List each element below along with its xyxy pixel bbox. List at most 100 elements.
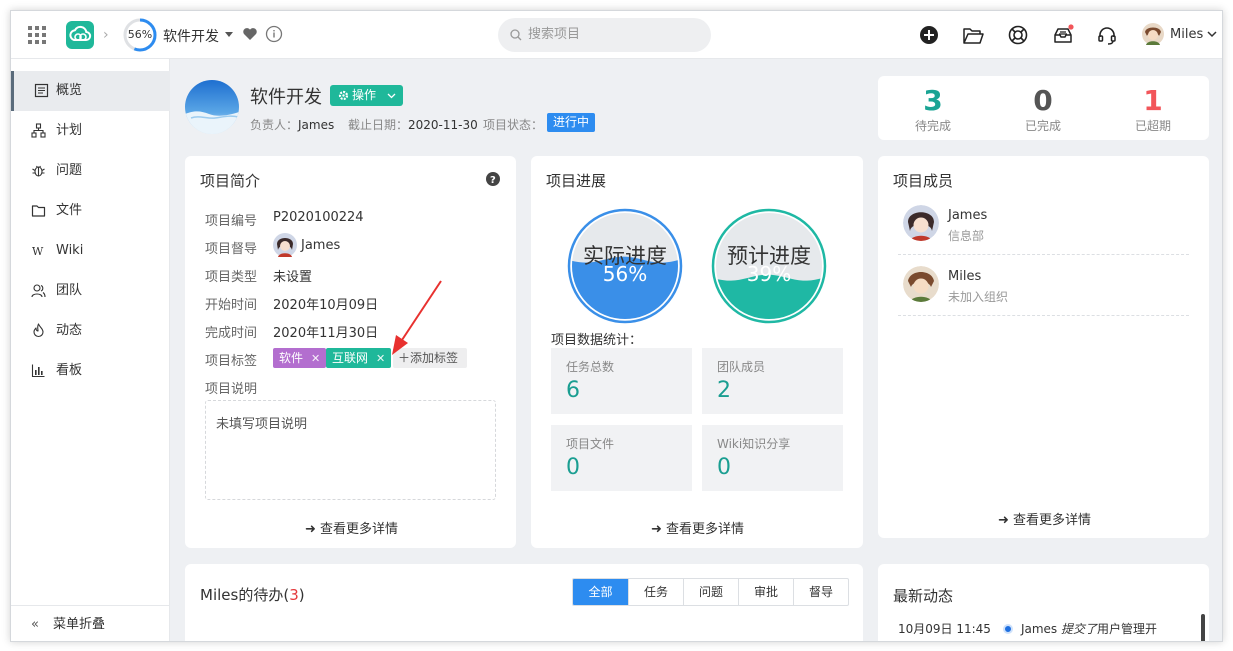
remove-tag-icon[interactable]: ✕ xyxy=(376,352,385,365)
project-description[interactable]: 未填写项目说明 xyxy=(205,400,496,500)
member-name[interactable]: James xyxy=(948,208,987,223)
chevron-down-icon xyxy=(387,93,396,99)
supervisor-name[interactable]: James xyxy=(301,238,340,253)
field-key: 项目说明 xyxy=(205,382,258,397)
app-grid-icon[interactable] xyxy=(28,26,46,44)
stats-title: 项目数据统计： xyxy=(551,333,643,348)
activity-scrollbar[interactable] xyxy=(1201,614,1205,641)
pending-count[interactable]: 3 xyxy=(903,84,963,117)
breadcrumb-chevron-icon: › xyxy=(103,27,109,43)
field-key: 项目类型 xyxy=(205,270,258,285)
activity-item[interactable]: 10月09日 11:45 James 提交了用户管理开 xyxy=(898,620,1157,637)
tab-tasks[interactable]: 任务 xyxy=(628,579,683,605)
sidebar-item-activity[interactable]: 动态 xyxy=(11,311,170,351)
tab-issues[interactable]: 问题 xyxy=(683,579,738,605)
search-input[interactable]: 搜索项目 xyxy=(498,18,711,52)
task-stats-card: 3 待完成 0 已完成 1 已超期 xyxy=(878,76,1209,140)
sidebar-item-team[interactable]: 团队 xyxy=(11,271,170,311)
plus-circle-icon[interactable] xyxy=(918,24,940,46)
operations-dropdown-button[interactable]: 操作 xyxy=(330,85,403,106)
sidebar-item-label: 动态 xyxy=(56,323,83,338)
members-title: 项目成员 xyxy=(893,172,954,190)
project-deadline: 截止日期：2020-11-30 xyxy=(348,118,478,132)
completed-count[interactable]: 0 xyxy=(1013,84,1073,117)
bug-icon xyxy=(32,165,45,177)
overview-icon xyxy=(34,83,49,98)
member-avatar[interactable] xyxy=(903,266,939,302)
folder-open-icon[interactable] xyxy=(962,24,984,46)
member-dept: 未加入组织 xyxy=(948,290,1009,304)
sidebar-item-label: 文件 xyxy=(56,203,83,218)
overdue-label: 已超期 xyxy=(1134,119,1171,133)
svg-text:?: ? xyxy=(490,175,496,186)
tab-supervision[interactable]: 督导 xyxy=(793,579,848,605)
user-menu[interactable]: Miles xyxy=(1170,27,1203,42)
sidebar-item-issues[interactable]: 问题 xyxy=(11,151,170,191)
arrow-right-icon: ➜ xyxy=(305,522,321,537)
supervisor-avatar xyxy=(273,233,297,257)
wiki-icon: W xyxy=(32,245,44,258)
activity-title: 最新动态 xyxy=(893,587,954,605)
heart-icon[interactable] xyxy=(242,26,258,42)
inbox-notification-icon[interactable] xyxy=(1052,24,1074,46)
members-more-link[interactable]: ➜ 查看更多详情 xyxy=(998,509,1091,528)
arrow-right-icon: ➜ xyxy=(998,513,1014,528)
progress-more-link[interactable]: ➜ 查看更多详情 xyxy=(651,518,744,537)
activity-action: 提交了 xyxy=(1060,622,1097,636)
planned-progress-value: 39% xyxy=(746,262,792,286)
pending-label: 待完成 xyxy=(914,119,951,133)
user-avatar[interactable] xyxy=(1142,23,1164,45)
double-chevron-left-icon: « xyxy=(31,617,39,632)
todo-filter-tabs: 全部 任务 问题 审批 督导 xyxy=(572,578,849,606)
project-number: P2020100224 xyxy=(273,210,364,225)
operations-label: 操作 xyxy=(352,88,377,102)
search-icon xyxy=(510,29,522,41)
overdue-count[interactable]: 1 xyxy=(1123,84,1183,117)
todo-title: Miles的待办(3) xyxy=(200,586,305,604)
tab-all[interactable]: 全部 xyxy=(573,579,628,605)
sidebar-item-label: 计划 xyxy=(56,123,83,138)
help-icon[interactable]: ? xyxy=(486,172,500,186)
chevron-down-icon[interactable] xyxy=(1206,28,1218,40)
cloud-logo-icon[interactable] xyxy=(66,21,94,49)
project-files-box[interactable]: 项目文件 0 xyxy=(551,425,692,491)
sidebar-item-overview[interactable]: 概览 xyxy=(11,71,170,111)
remove-tag-icon[interactable]: ✕ xyxy=(311,352,320,365)
tag-internet: 互联网 ✕ xyxy=(326,348,392,368)
timeline-dot-icon xyxy=(1002,624,1013,634)
board-icon xyxy=(31,364,45,378)
sidebar-item-label: Wiki xyxy=(56,243,84,258)
wiki-share-box[interactable]: Wiki知识分享 0 xyxy=(702,425,843,491)
sidebar-item-plan[interactable]: 计划 xyxy=(11,111,170,151)
lifebuoy-icon[interactable] xyxy=(1007,24,1029,46)
project-progress-card: 项目进展 实际进度 56% 预计进度 39% 项目数据统计： 任务总数 6 团队成… xyxy=(531,156,863,548)
project-switcher[interactable]: 软件开发 xyxy=(163,26,219,46)
tab-approvals[interactable]: 审批 xyxy=(738,579,793,605)
sidebar-item-label: 团队 xyxy=(56,283,83,298)
activity-text: 用户管理开 xyxy=(1097,622,1158,636)
sidebar-item-files[interactable]: 文件 xyxy=(11,191,170,231)
intro-more-link[interactable]: ➜ 查看更多详情 xyxy=(305,518,398,537)
team-members-box[interactable]: 团队成员 2 xyxy=(702,348,843,414)
search-placeholder: 搜索项目 xyxy=(528,27,581,42)
headset-icon[interactable] xyxy=(1096,24,1118,46)
info-icon[interactable] xyxy=(265,25,283,43)
total-tasks-box[interactable]: 任务总数 6 xyxy=(551,348,692,414)
sidebar-item-board[interactable]: 看板 xyxy=(11,351,170,391)
member-avatar[interactable] xyxy=(903,205,939,241)
member-name[interactable]: Miles xyxy=(948,269,981,284)
app-window: › 56% 软件开发 搜索项目 Miles 概览 计划 问题 文件 W Wiki… xyxy=(10,10,1223,642)
tag-software: 软件 ✕ xyxy=(273,348,327,368)
field-key: 完成时间 xyxy=(205,326,258,341)
top-bar: › 56% 软件开发 搜索项目 Miles xyxy=(11,11,1222,59)
collapse-menu-button[interactable]: « 菜单折叠 xyxy=(11,605,170,641)
todo-card: Miles的待办(3) 全部 任务 问题 审批 督导 xyxy=(185,564,863,641)
field-key: 开始时间 xyxy=(205,298,258,313)
team-icon xyxy=(31,284,46,298)
activity-time: 10月09日 11:45 xyxy=(898,622,991,636)
todo-count: 3 xyxy=(289,586,299,604)
intro-title: 项目简介 xyxy=(200,172,261,190)
sidebar-item-wiki[interactable]: W Wiki xyxy=(11,231,170,271)
member-divider xyxy=(898,254,1189,255)
caret-down-icon[interactable] xyxy=(225,32,233,37)
